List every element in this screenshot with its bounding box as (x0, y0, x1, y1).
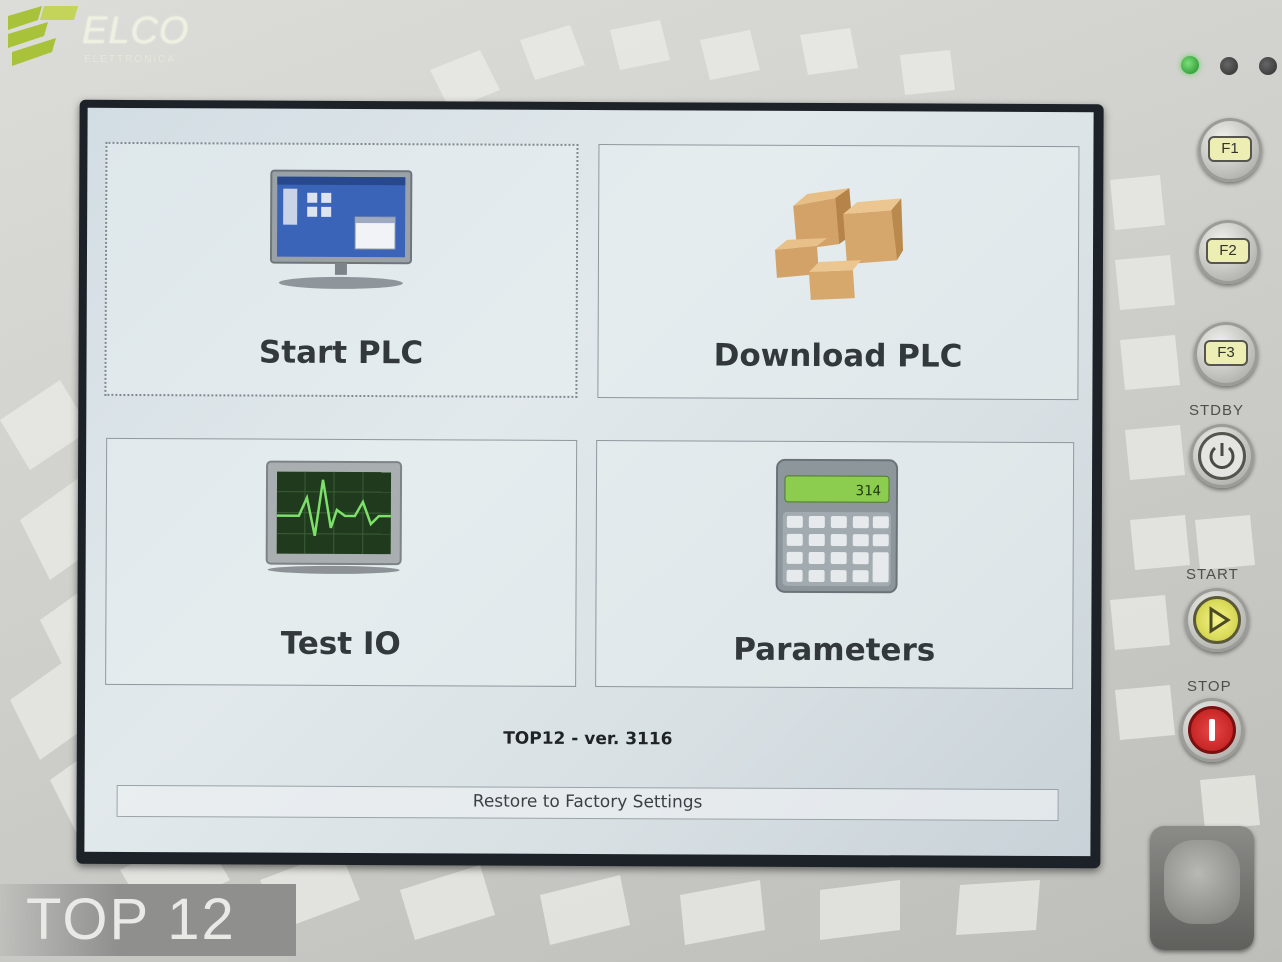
start-button[interactable] (1185, 588, 1249, 652)
download-plc-label: Download PLC (713, 337, 963, 375)
f2-button[interactable]: F2 (1196, 220, 1260, 284)
f2-label: F2 (1206, 238, 1250, 264)
usb-port-cover[interactable] (1150, 826, 1254, 950)
monitor-desktop-icon (269, 169, 413, 289)
model-label: TOP 12 (0, 884, 296, 956)
screen-bezel: Start PLC Download PLC Test IO 314 Param… (76, 99, 1104, 869)
touch-screen: Start PLC Download PLC Test IO 314 Param… (84, 107, 1094, 857)
brand-mark-icon (8, 6, 78, 66)
model-label-text: TOP 12 (26, 887, 236, 952)
brand-logo: ELCO ELETTRONICA (8, 6, 208, 76)
oscilloscope-icon (265, 460, 403, 574)
f1-button[interactable]: F1 (1198, 118, 1262, 182)
power-icon (1198, 432, 1246, 480)
parameters-button[interactable]: 314 Parameters (595, 440, 1075, 690)
status-led-2 (1220, 57, 1238, 75)
version-text: TOP12 - ver. 3116 (503, 728, 673, 750)
start-plc-button[interactable]: Start PLC (104, 141, 579, 398)
stdby-label: STDBY (1189, 402, 1245, 419)
status-led-green (1181, 56, 1199, 74)
stop-icon (1188, 706, 1236, 754)
f3-button[interactable]: F3 (1194, 322, 1258, 386)
standby-button[interactable] (1190, 424, 1254, 488)
calculator-display: 314 (856, 483, 881, 499)
start-label: START (1186, 566, 1239, 583)
test-io-button[interactable]: Test IO (105, 437, 578, 687)
f1-label: F1 (1208, 136, 1252, 162)
parameters-label: Parameters (733, 631, 936, 669)
play-icon (1193, 596, 1241, 644)
brand-subtitle: ELETTRONICA (84, 54, 177, 65)
stop-label: STOP (1187, 678, 1232, 695)
f3-label: F3 (1204, 340, 1248, 366)
test-io-label: Test IO (280, 625, 401, 663)
calculator-icon: 314 (775, 458, 899, 594)
brand-name: ELCO (82, 10, 190, 52)
status-led-3 (1259, 57, 1277, 75)
stop-button[interactable] (1180, 698, 1244, 762)
usb-cap (1164, 840, 1240, 924)
boxes-icon (775, 188, 904, 300)
restore-factory-settings-button[interactable]: Restore to Factory Settings (116, 784, 1059, 822)
start-plc-label: Start PLC (258, 334, 424, 372)
download-plc-button[interactable]: Download PLC (597, 144, 1080, 401)
device-housing: ELCO ELETTRONICA TOP 12 F1 F2 F3 STDBY S… (0, 0, 1282, 962)
